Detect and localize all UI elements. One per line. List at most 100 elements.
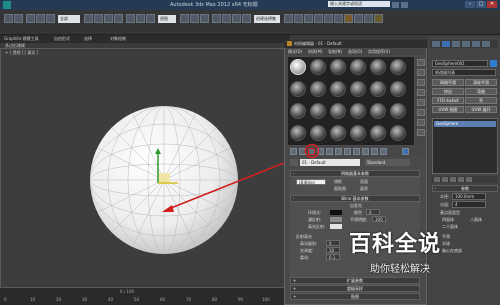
move-icon[interactable]: [126, 14, 135, 23]
specular-level-value[interactable]: 0: [326, 240, 340, 246]
undo-icon[interactable]: [4, 14, 13, 23]
modifier-button-1[interactable]: 网格平滑: [432, 79, 464, 86]
angle-snap-icon[interactable]: [222, 14, 231, 23]
shader-type-dropdown[interactable]: (B)Blinn: [296, 179, 326, 185]
rendered-frame-icon[interactable]: [364, 14, 373, 23]
specular-color-swatch[interactable]: [330, 224, 342, 229]
menu-utilities[interactable]: 实用程序(U): [368, 49, 390, 55]
menu-options[interactable]: 选项(O): [348, 49, 362, 55]
sample-slot-15[interactable]: [330, 103, 346, 119]
material-type-button[interactable]: Standard: [365, 159, 410, 166]
reference-coordinate-dropdown[interactable]: 视图: [158, 15, 176, 23]
diffuse-color-swatch[interactable]: [330, 217, 342, 222]
sample-slot-14[interactable]: [310, 103, 326, 119]
rollout-maps[interactable]: + 贴图: [290, 293, 420, 300]
two-sided-checkbox[interactable]: 双面: [360, 179, 368, 185]
named-selection-dropdown[interactable]: 创建选择集: [254, 15, 280, 23]
rect-region-icon[interactable]: [104, 14, 113, 23]
rollout-shader-basic[interactable]: - 明暗器基本参数: [290, 170, 420, 177]
self-illum-color-value[interactable]: 0: [366, 209, 380, 215]
sample-slot-3[interactable]: [330, 59, 346, 75]
rollout-extended[interactable]: + 扩展参数: [290, 277, 420, 284]
selection-filter-dropdown[interactable]: 全部: [58, 15, 80, 23]
material-name-field[interactable]: 01 - Default: [300, 159, 360, 166]
menu-material[interactable]: 材质(M): [308, 49, 323, 55]
pick-material-icon[interactable]: [402, 148, 409, 155]
sample-slot-21[interactable]: [330, 125, 346, 141]
ribbon-tab-selection[interactable]: 选择: [84, 36, 92, 42]
display-tab-icon[interactable]: [472, 41, 480, 47]
pivot-icon[interactable]: [180, 14, 189, 23]
sample-slot-19[interactable]: [290, 125, 306, 141]
background-icon[interactable]: [417, 79, 425, 86]
video-color-check-icon[interactable]: [417, 99, 425, 106]
go-forward-to-sibling-icon[interactable]: [380, 148, 387, 155]
sample-slot-4[interactable]: [350, 59, 366, 75]
ribbon-tab-graphite[interactable]: Graphite 建模工具: [4, 36, 39, 42]
link-icon[interactable]: [26, 14, 35, 23]
sample-slot-8[interactable]: [310, 81, 326, 97]
configure-modifier-sets-icon[interactable]: [466, 177, 472, 182]
hemisphere-checkbox[interactable]: 半球: [442, 241, 450, 247]
rollout-supersampling[interactable]: + 超级采样: [290, 285, 420, 292]
menu-modes[interactable]: 模式(D): [288, 49, 302, 55]
go-to-parent-icon[interactable]: [371, 148, 378, 155]
modifier-button-2[interactable]: 涡轮平滑: [465, 79, 497, 86]
material-editor-icon[interactable]: [344, 14, 353, 23]
rotate-icon[interactable]: [136, 14, 145, 23]
segments-spinner[interactable]: 4: [452, 201, 486, 208]
sample-slot-7[interactable]: [290, 81, 306, 97]
object-color-swatch[interactable]: [490, 60, 497, 67]
ambient-color-swatch[interactable]: [330, 210, 342, 215]
backlight-icon[interactable]: [417, 69, 425, 76]
snap-toggle-icon[interactable]: [212, 14, 221, 23]
rollout-parameters[interactable]: - 参数: [432, 185, 498, 192]
sample-slot-20[interactable]: [310, 125, 326, 141]
opacity-value[interactable]: 100: [372, 216, 386, 222]
modify-tab-icon[interactable]: [442, 41, 450, 47]
modifier-button-5[interactable]: FFD 4x4x4: [432, 97, 464, 104]
spinner-snap-icon[interactable]: [242, 14, 251, 23]
sample-slot-1[interactable]: [290, 59, 306, 75]
wire-checkbox[interactable]: 线框: [334, 179, 342, 185]
make-unique-icon[interactable]: [326, 148, 333, 155]
create-tab-icon[interactable]: [432, 41, 440, 47]
render-setup-icon[interactable]: [354, 14, 363, 23]
stack-item-geosphere[interactable]: GeoSphere: [434, 121, 496, 127]
keyboard-shortcut-icon[interactable]: [200, 14, 209, 23]
ribbon-tab-freeform[interactable]: 自由形式: [54, 36, 70, 42]
select-object-icon[interactable]: [84, 14, 93, 23]
type-octa-radio[interactable]: 八面体: [470, 217, 482, 223]
glossiness-value[interactable]: 10: [326, 247, 340, 253]
modifier-list-dropdown[interactable]: 修改器列表: [432, 69, 496, 76]
type-tetra-radio[interactable]: 四面体: [442, 217, 454, 223]
sample-slot-13[interactable]: [290, 103, 306, 119]
smooth-checkbox[interactable]: 平滑: [442, 234, 450, 240]
type-icosa-radio[interactable]: 二十面体: [442, 224, 458, 230]
put-to-library-icon[interactable]: [335, 148, 342, 155]
sample-uv-tiling-icon[interactable]: [417, 89, 425, 96]
layer-manager-icon[interactable]: [304, 14, 313, 23]
select-by-material-icon[interactable]: [417, 129, 425, 136]
unlink-icon[interactable]: [36, 14, 45, 23]
show-map-in-viewport-icon[interactable]: [353, 148, 360, 155]
minimize-button[interactable]: –: [465, 1, 475, 8]
sample-slot-2[interactable]: [310, 59, 326, 75]
base-to-pivot-checkbox[interactable]: 轴心在底部: [442, 248, 462, 254]
show-end-result-stack-icon[interactable]: [442, 177, 448, 182]
sample-slot-12[interactable]: [390, 81, 406, 97]
schematic-view-icon[interactable]: [334, 14, 343, 23]
maximize-button[interactable]: □: [476, 1, 486, 8]
sample-slot-10[interactable]: [350, 81, 366, 97]
sample-slot-6[interactable]: [390, 59, 406, 75]
sample-slot-16[interactable]: [350, 103, 366, 119]
graphite-toggle-icon[interactable]: [314, 14, 323, 23]
utilities-tab-icon[interactable]: [482, 41, 490, 47]
faceted-checkbox[interactable]: 面状: [360, 186, 368, 192]
sample-type-icon[interactable]: [417, 59, 425, 66]
percent-snap-icon[interactable]: [232, 14, 241, 23]
get-material-icon[interactable]: [290, 148, 297, 155]
redo-icon[interactable]: [14, 14, 23, 23]
curve-editor-icon[interactable]: [324, 14, 333, 23]
sample-slot-23[interactable]: [370, 125, 386, 141]
